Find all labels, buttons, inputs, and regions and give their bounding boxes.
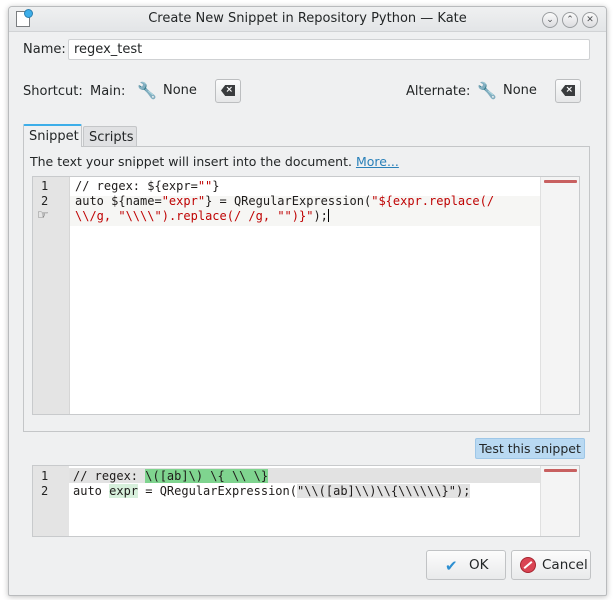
snippet-preview[interactable]: 1 2 // regex: \([ab]\) \{ \\ \} auto exp…: [32, 465, 580, 537]
cancel-label: Cancel: [542, 557, 588, 573]
text-cursor: [327, 209, 329, 222]
tab-scripts[interactable]: Scripts: [83, 126, 137, 147]
code-line: \\/g, "\\\\").replace(/ /g, "")}");: [75, 209, 329, 223]
code-line: // regex: ${expr=""}: [75, 179, 220, 193]
line-number: 1: [41, 469, 49, 483]
snippet-dialog: Create New Snippet in Repository Python …: [8, 6, 607, 596]
clear-alternate-shortcut-button[interactable]: ×: [555, 79, 581, 103]
line-number: 2: [41, 484, 49, 498]
alternate-shortcut-value: None: [503, 83, 537, 98]
snippet-editor[interactable]: 1 2 ☞ // regex: ${expr=""} auto ${name="…: [32, 176, 580, 415]
minimize-icon[interactable]: ⌄: [542, 12, 558, 28]
line-number-gutter: 1 2: [33, 466, 69, 536]
name-label: Name:: [23, 42, 66, 57]
cancel-icon: [520, 557, 536, 573]
test-snippet-button[interactable]: Test this snippet: [475, 438, 585, 459]
tab-snippet[interactable]: Snippet: [23, 124, 82, 147]
ok-button[interactable]: ✔ OK: [426, 550, 506, 580]
fold-marker-icon[interactable]: ☞: [37, 208, 49, 223]
ok-label: OK: [469, 557, 489, 573]
line-number: 2: [41, 194, 49, 208]
check-icon: ✔: [445, 557, 458, 575]
line-number-gutter: 1 2 ☞: [33, 177, 70, 414]
line-number: 1: [41, 179, 49, 193]
main-shortcut-value: None: [163, 83, 197, 98]
alternate-shortcut-button[interactable]: 🔧 None: [473, 78, 549, 104]
clear-main-shortcut-button[interactable]: ×: [215, 79, 241, 103]
alternate-shortcut-label: Alternate:: [406, 84, 471, 99]
shortcut-label: Shortcut:: [23, 84, 83, 99]
main-shortcut-button[interactable]: 🔧 None: [133, 78, 209, 104]
clear-icon: ×: [221, 85, 235, 96]
clear-icon: ×: [561, 85, 575, 96]
preview-line: auto expr = QRegularExpression("\\([ab]\…: [73, 484, 471, 498]
main-shortcut-label: Main:: [90, 84, 126, 99]
snippet-info-text: The text your snippet will insert into t…: [30, 154, 352, 169]
configure-shortcut-icon: 🔧: [477, 81, 497, 100]
cancel-button[interactable]: Cancel: [511, 550, 591, 580]
configure-shortcut-icon: 🔧: [137, 81, 157, 100]
title-bar[interactable]: Create New Snippet in Repository Python …: [9, 7, 606, 32]
more-link[interactable]: More...: [356, 154, 399, 169]
name-input[interactable]: regex_test: [68, 39, 590, 60]
maximize-icon[interactable]: ⌃: [562, 12, 578, 28]
preview-minimap[interactable]: [540, 466, 579, 536]
code-line: auto ${name="expr"} = QRegularExpression…: [75, 194, 495, 208]
editor-minimap[interactable]: [540, 177, 579, 414]
preview-line: // regex: \([ab]\) \{ \\ \}: [73, 469, 269, 483]
window-title: Create New Snippet in Repository Python …: [148, 11, 467, 26]
snippet-info: The text your snippet will insert into t…: [30, 154, 399, 169]
close-icon[interactable]: ✕: [582, 12, 598, 28]
